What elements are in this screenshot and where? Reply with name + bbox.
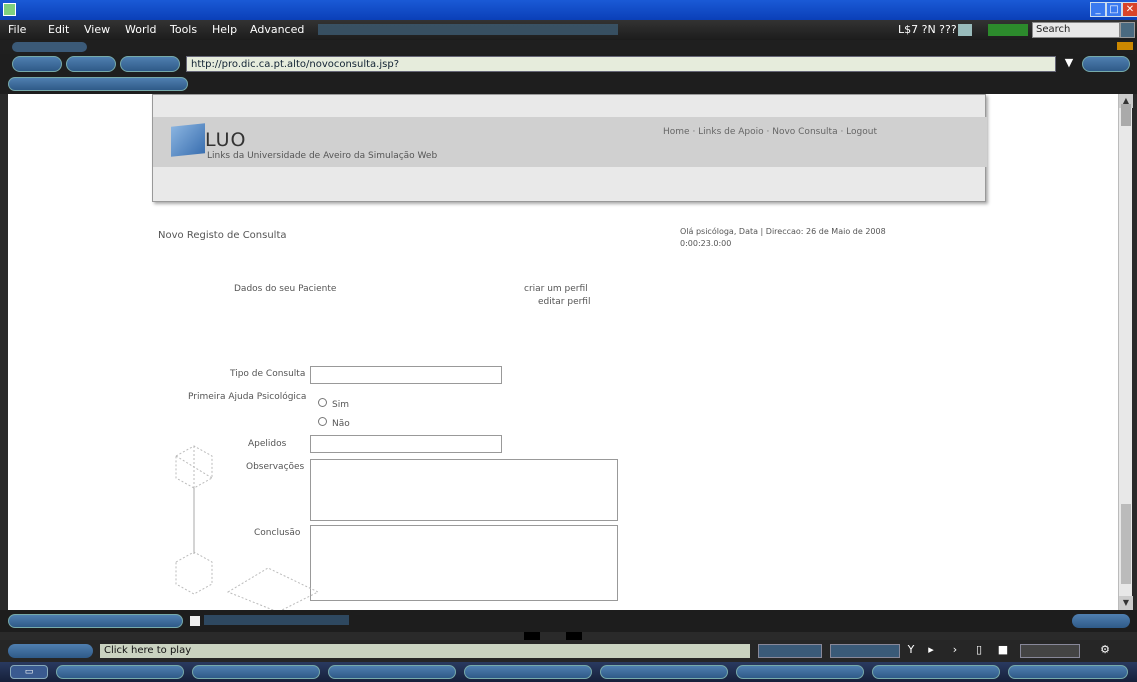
status-right-button[interactable] — [1072, 614, 1130, 628]
sub-toolbar — [0, 40, 1137, 54]
media-control[interactable] — [758, 644, 822, 658]
date-info: Olá psicóloga, Data | Direccao: 26 de Ma… — [680, 227, 886, 236]
close-button[interactable]: ✕ — [1122, 2, 1137, 17]
divider-block — [566, 632, 582, 640]
conclusao-textarea[interactable] — [310, 525, 618, 601]
tipo-consulta-input[interactable] — [310, 366, 502, 384]
click-to-play-field[interactable]: Click here to play — [100, 644, 750, 658]
menu-bar: File Edit View World Tools Help Advanced… — [0, 20, 1137, 40]
site-header: LUO Links da Universidade de Aveiro da S… — [152, 94, 987, 202]
scroll-thumb[interactable] — [1121, 104, 1131, 126]
back-button[interactable] — [12, 56, 62, 72]
divider-block — [524, 632, 540, 640]
start-button[interactable]: ▭ — [10, 665, 48, 679]
status-box — [958, 24, 972, 36]
patient-label: Dados do seu Paciente — [234, 284, 337, 294]
taskbar-item[interactable] — [872, 665, 1000, 679]
sub-toolbar-button[interactable] — [12, 42, 87, 52]
vertical-scrollbar[interactable]: ▲ ▼ — [1118, 94, 1133, 610]
header-nav-links[interactable]: Home · Links de Apoio · Novo Consulta · … — [663, 127, 877, 137]
menu-world[interactable]: World — [125, 23, 157, 36]
site-logo: LUO — [205, 129, 247, 151]
stop-icon[interactable]: ■ — [996, 643, 1010, 659]
minimize-button[interactable]: _ — [1090, 2, 1106, 17]
menu-view[interactable]: View — [84, 23, 110, 36]
taskbar-item[interactable] — [1008, 665, 1128, 679]
nao-label: Não — [332, 419, 350, 429]
primeira-label: Primeira Ajuda Psicológica — [188, 392, 307, 402]
taskbar-item[interactable] — [464, 665, 592, 679]
observacoes-textarea[interactable] — [310, 459, 618, 521]
wireframe-cube-art — [175, 445, 320, 610]
taskbar-item[interactable] — [192, 665, 320, 679]
balance-status: L$7 ?N ??? — [898, 23, 957, 36]
maximize-button[interactable]: □ — [1106, 2, 1122, 17]
apelidos-input[interactable] — [310, 435, 502, 453]
volume-slider[interactable] — [1020, 644, 1080, 658]
taskbar-item[interactable] — [736, 665, 864, 679]
go-button[interactable] — [1082, 56, 1130, 72]
create-profile-link[interactable]: criar um perfil — [524, 284, 588, 294]
status-button[interactable] — [8, 614, 183, 628]
menu-tools[interactable]: Tools — [170, 23, 197, 36]
media-bar: Click here to play Y ▸ › ▯ ■ ⚙ — [0, 640, 1137, 662]
edit-profile-link[interactable]: editar perfil — [538, 297, 590, 307]
taskbar-item[interactable] — [328, 665, 456, 679]
page-title: Novo Registo de Consulta — [158, 230, 287, 241]
status-text-area — [204, 615, 349, 625]
app-icon — [3, 3, 16, 16]
site-subtitle: Links da Universidade de Aveiro da Simul… — [207, 151, 438, 161]
bookmark-button[interactable] — [8, 77, 188, 91]
media-selector[interactable] — [830, 644, 900, 658]
play-icon[interactable]: ▸ — [924, 643, 938, 659]
dropdown-icon[interactable]: ▼ — [1060, 56, 1078, 72]
menu-hint-area — [318, 24, 618, 35]
taskbar: ▭ — [0, 662, 1137, 682]
navigation-bar: http://pro.dic.ca.pt.alto/novoconsulta.j… — [0, 54, 1137, 74]
sim-label: Sim — [332, 400, 349, 410]
url-input[interactable]: http://pro.dic.ca.pt.alto/novoconsulta.j… — [186, 56, 1056, 72]
logo-cube-icon — [171, 123, 205, 157]
radio-nao[interactable] — [318, 417, 327, 426]
forward-button[interactable] — [66, 56, 116, 72]
online-indicator — [988, 24, 1028, 36]
settings-icon[interactable]: ⚙ — [1098, 643, 1112, 659]
menu-help[interactable]: Help — [212, 23, 237, 36]
taskbar-item[interactable] — [600, 665, 728, 679]
search-button[interactable] — [1120, 22, 1135, 38]
page-icon[interactable]: ▯ — [972, 643, 986, 659]
scroll-down-arrow-icon[interactable]: ▼ — [1119, 596, 1133, 610]
scroll-thumb-lower[interactable] — [1121, 504, 1131, 584]
tipo-label: Tipo de Consulta — [230, 369, 306, 379]
media-button[interactable] — [8, 644, 93, 658]
title-bar: _ □ ✕ — [0, 0, 1137, 20]
alert-indicator — [1117, 42, 1133, 50]
status-bar — [0, 610, 1137, 632]
web-viewport: LUO Links da Universidade de Aveiro da S… — [8, 94, 1118, 610]
menu-file[interactable]: File — [8, 23, 26, 36]
bookmark-bar — [0, 74, 1137, 94]
arrow-icon[interactable]: › — [948, 643, 962, 659]
status-checkbox[interactable] — [190, 616, 200, 626]
time-info: 0:00:23.0:00 — [680, 239, 732, 248]
home-button[interactable] — [120, 56, 180, 72]
search-input[interactable]: Search — [1032, 22, 1120, 38]
menu-advanced[interactable]: Advanced — [250, 23, 304, 36]
filter-icon[interactable]: Y — [904, 643, 918, 659]
taskbar-item[interactable] — [56, 665, 184, 679]
radio-sim[interactable] — [318, 398, 327, 407]
menu-edit[interactable]: Edit — [48, 23, 69, 36]
